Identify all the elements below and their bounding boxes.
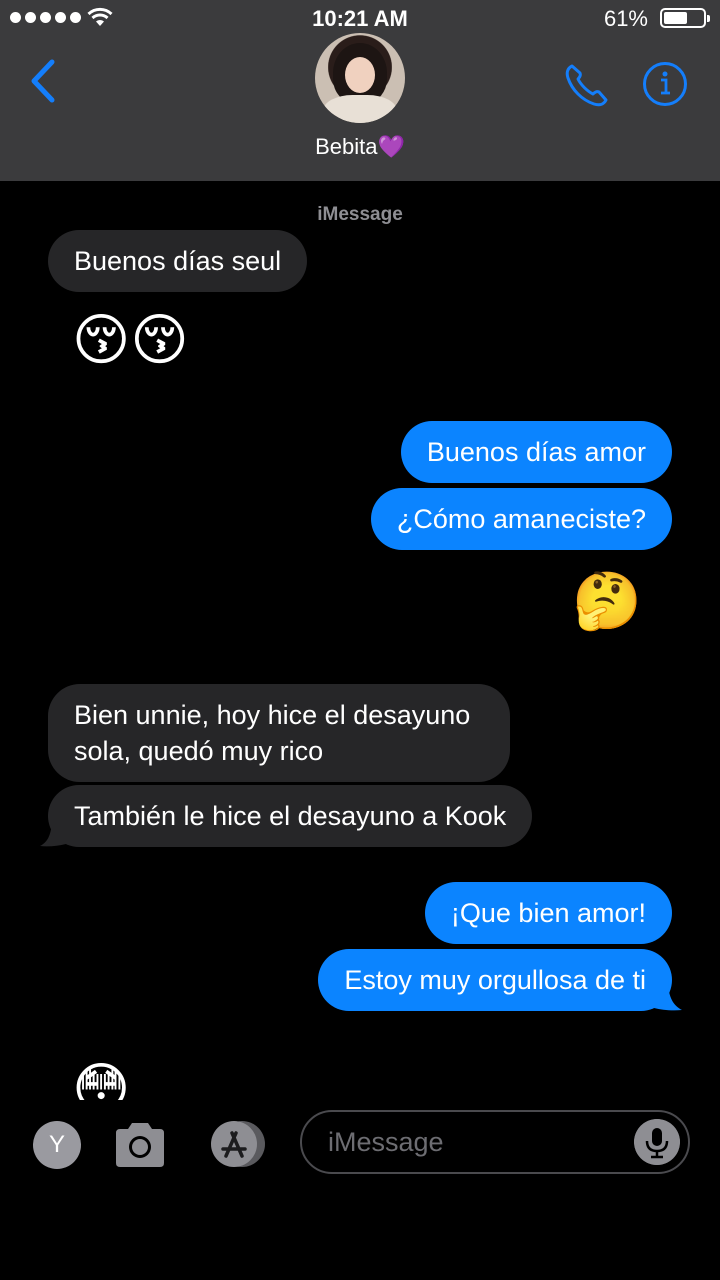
chevron-left-icon[interactable]: [24, 56, 64, 106]
battery-icon: [660, 8, 710, 28]
contact-name[interactable]: Bebita💜: [0, 134, 720, 160]
service-label: iMessage: [317, 204, 403, 225]
message-bubble-received[interactable]: También le hice el desayuno a Kook: [48, 785, 533, 847]
emoji-message[interactable]: 😚😚: [72, 305, 189, 375]
avatar[interactable]: [315, 33, 405, 123]
message-input[interactable]: [300, 1110, 690, 1174]
message-bubble-received[interactable]: Buenos días seul: [48, 230, 308, 292]
app-store-icon[interactable]: [204, 1119, 270, 1169]
message-bubble-sent[interactable]: ¿Cómo amaneciste?: [370, 488, 672, 550]
bubble-tail: [654, 980, 682, 1011]
app-drawer-button[interactable]: Y: [33, 1121, 81, 1169]
phone-icon[interactable]: [562, 60, 612, 110]
message-bubble-sent[interactable]: ¡Que bien amor!: [424, 882, 672, 944]
info-icon[interactable]: [642, 61, 688, 107]
message-line: Bien unnie, hoy hice el desayuno: [74, 700, 471, 730]
message-bubble-received[interactable]: Bien unnie, hoy hice el desayuno sola, q…: [48, 684, 510, 782]
conversation-header: 10:21 AM 61% Bebita💜: [0, 0, 720, 181]
emoji-message[interactable]: 🤔: [572, 566, 642, 636]
microphone-icon[interactable]: [634, 1119, 680, 1165]
message-bubble-sent[interactable]: Estoy muy orgullosa de ti: [318, 949, 672, 1011]
emoji-message[interactable]: 😳: [72, 1054, 130, 1100]
status-bar: 10:21 AM 61%: [0, 0, 720, 36]
battery-percentage: 61%: [603, 6, 648, 31]
bubble-tail: [40, 816, 66, 847]
message-line: sola, quedó muy rico: [74, 736, 324, 766]
emoji-message-clip: 😳: [0, 1040, 720, 1100]
camera-icon[interactable]: [112, 1119, 168, 1169]
message-bubble-sent[interactable]: Buenos días amor: [400, 421, 672, 483]
